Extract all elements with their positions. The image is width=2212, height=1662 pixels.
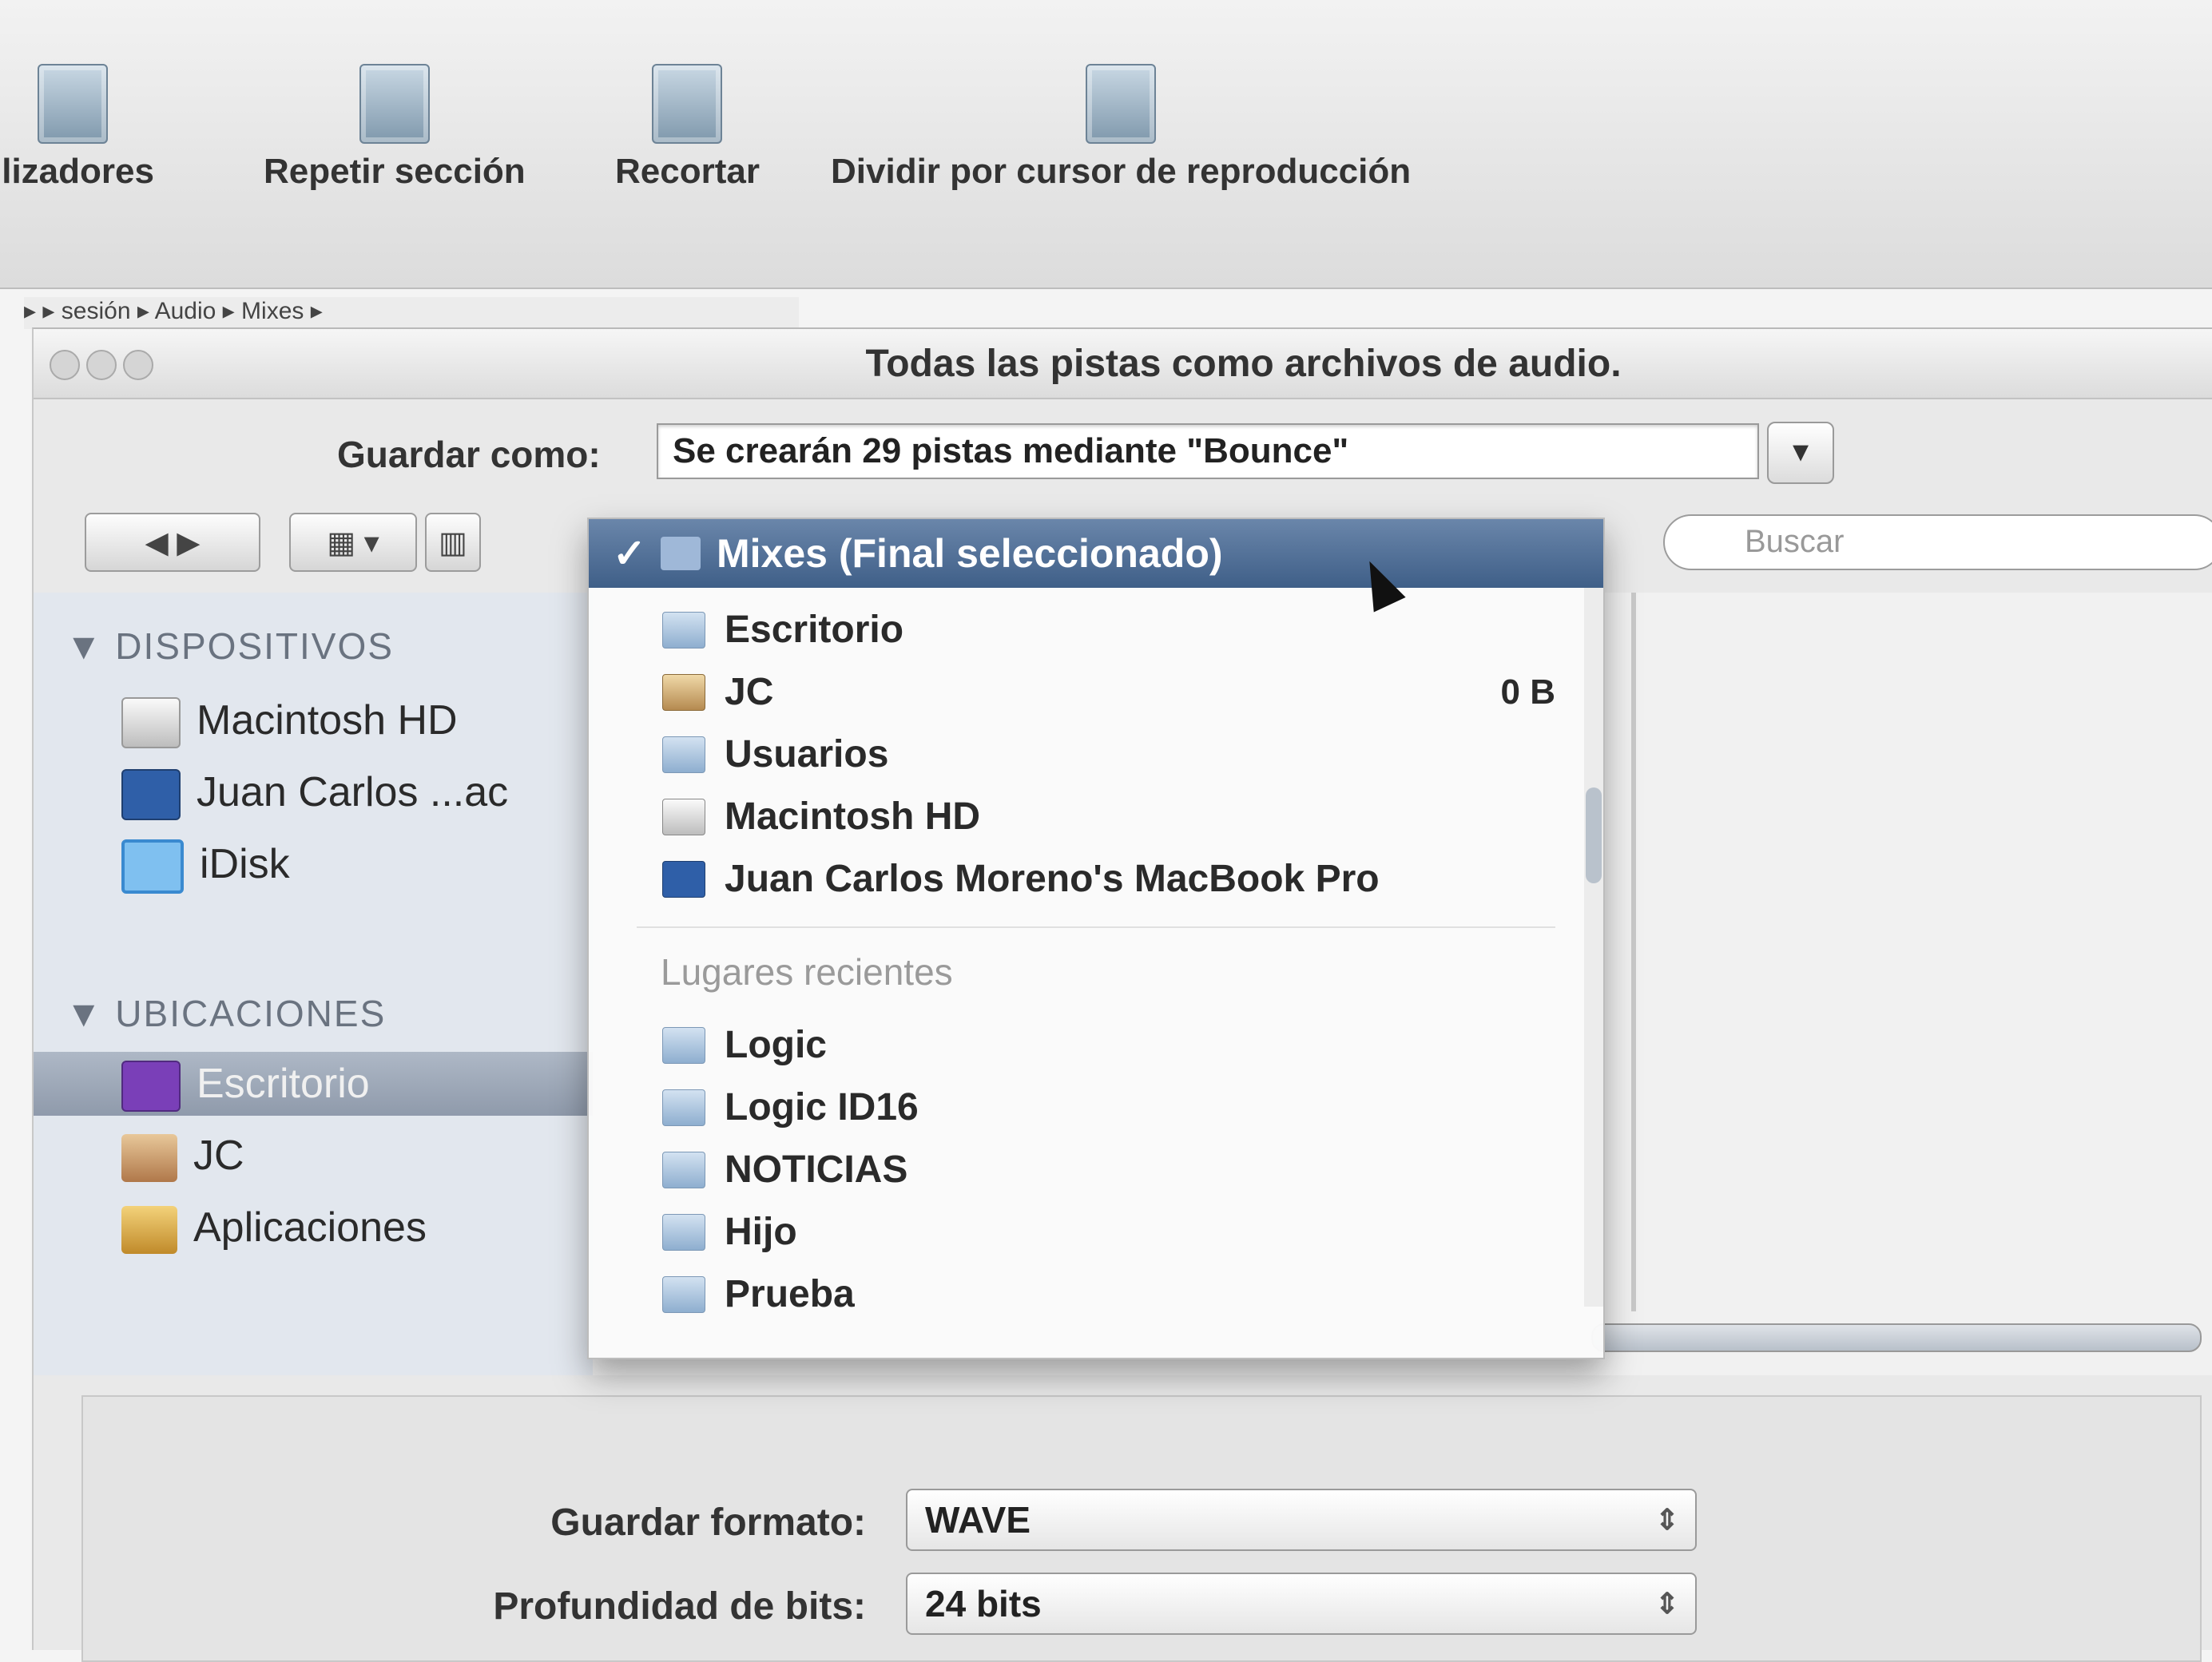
menu-item-macintosh-hd[interactable]: Macintosh HD xyxy=(589,786,1603,848)
bit-depth-value: 24 bits xyxy=(925,1583,1042,1624)
checkmark-icon: ✓ xyxy=(613,531,646,576)
app-toolbar: ilizadores Repetir sección Recortar Divi… xyxy=(0,0,2212,289)
folder-icon xyxy=(662,1027,705,1064)
bit-depth-select[interactable]: 24 bits ⇕ xyxy=(906,1573,1697,1635)
menu-scroll-thumb[interactable] xyxy=(1586,787,1602,883)
menu-item-label: Macintosh HD xyxy=(725,795,981,838)
sidebar-item-macbook[interactable]: Juan Carlos ...ac xyxy=(121,760,585,824)
folder-icon xyxy=(662,736,705,773)
column-view-button[interactable]: ▥ xyxy=(425,513,481,572)
folder-icon xyxy=(661,537,701,570)
tool-label: Dividir por cursor de reproducción xyxy=(831,152,1412,191)
save-as-label: Guardar como: xyxy=(337,434,601,475)
menu-item-label: Mixes (Final seleccionado) xyxy=(717,531,1223,576)
sidebar-item-label: JC xyxy=(193,1132,244,1179)
applications-icon xyxy=(121,1206,177,1255)
select-arrows-icon: ⇕ xyxy=(1654,1503,1679,1536)
sidebar-item-applications[interactable]: Aplicaciones xyxy=(121,1196,585,1259)
location-popup-menu: ✓ Mixes (Final seleccionado) Escritorio … xyxy=(587,518,1605,1359)
select-arrows-icon: ⇕ xyxy=(1654,1587,1679,1620)
menu-item-size: 0 B xyxy=(1500,672,1555,712)
tool-label: Recortar xyxy=(615,152,760,191)
options-panel: Guardar formato: WAVE ⇕ Profundidad de b… xyxy=(81,1395,2202,1662)
tool-label: ilizadores xyxy=(0,152,154,191)
recent-places-header: Lugares recientes xyxy=(661,951,953,993)
places-header[interactable]: ▼ UBICACIONES xyxy=(66,992,386,1035)
menu-item-selected[interactable]: ✓ Mixes (Final seleccionado) xyxy=(589,519,1603,588)
search-input[interactable]: Buscar xyxy=(1663,514,2212,570)
folder-icon xyxy=(662,1276,705,1313)
locators-icon xyxy=(38,64,109,144)
save-as-field[interactable] xyxy=(657,423,1759,479)
sidebar-item-label: iDisk xyxy=(200,841,290,887)
sidebar-item-desktop[interactable]: Escritorio xyxy=(34,1052,593,1116)
menu-item-label: Logic ID16 xyxy=(725,1086,919,1128)
locators-tool-button[interactable]: ilizadores xyxy=(0,64,154,192)
hard-drive-icon xyxy=(121,697,181,749)
repeat-section-icon xyxy=(359,64,430,144)
menu-scrollbar[interactable] xyxy=(1584,588,1603,1307)
desktop-icon xyxy=(121,1061,181,1113)
sidebar-item-macintosh-hd[interactable]: Macintosh HD xyxy=(121,688,585,752)
menu-item-recent[interactable]: NOTICIAS xyxy=(589,1139,1603,1201)
idisk-icon xyxy=(121,839,184,894)
folder-icon xyxy=(662,1152,705,1188)
sheet-titlebar: Todas las pistas como archivos de audio. xyxy=(34,329,2212,399)
menu-item-label: Prueba xyxy=(725,1273,855,1315)
menu-item-label: JC xyxy=(725,671,774,713)
sidebar-item-label: Escritorio xyxy=(197,1061,370,1107)
format-value: WAVE xyxy=(925,1499,1031,1541)
sidebar: ▼ DISPOSITIVOS Macintosh HD Juan Carlos … xyxy=(34,593,594,1375)
menu-item-recent[interactable]: Prueba xyxy=(589,1263,1603,1326)
menu-separator xyxy=(637,926,1555,928)
bit-depth-label: Profundidad de bits: xyxy=(493,1585,866,1628)
menu-item-label: Hijo xyxy=(725,1211,797,1253)
split-playhead-button[interactable]: Dividir por cursor de reproducción xyxy=(831,64,1411,192)
sheet-title: Todas las pistas como archivos de audio. xyxy=(865,343,1622,385)
menu-item-macbook[interactable]: Juan Carlos Moreno's MacBook Pro xyxy=(589,848,1603,910)
sidebar-item-home[interactable]: JC xyxy=(121,1124,585,1188)
devices-header[interactable]: ▼ DISPOSITIVOS xyxy=(66,625,394,668)
repeat-section-button[interactable]: Repetir sección xyxy=(264,64,526,192)
menu-item-recent[interactable]: Logic ID16 xyxy=(589,1077,1603,1139)
format-select[interactable]: WAVE ⇕ xyxy=(906,1489,1697,1551)
menu-item-label: Logic xyxy=(725,1024,827,1066)
menu-item-recent[interactable]: Logic xyxy=(589,1014,1603,1077)
menu-item-home[interactable]: JC 0 B xyxy=(589,661,1603,724)
trim-button[interactable]: Recortar xyxy=(615,64,760,192)
laptop-icon xyxy=(662,861,705,898)
hard-drive-icon xyxy=(662,799,705,835)
tool-label: Repetir sección xyxy=(264,152,526,191)
folder-icon xyxy=(662,1089,705,1126)
path-breadcrumb: ▸ ▸ sesión ▸ Audio ▸ Mixes ▸ xyxy=(24,297,799,329)
horizontal-scrollbar[interactable] xyxy=(1591,1323,2202,1352)
menu-item-label: Juan Carlos Moreno's MacBook Pro xyxy=(725,858,1380,900)
back-forward-buttons[interactable]: ◀ ▶ xyxy=(85,513,260,572)
menu-item-desktop[interactable]: Escritorio xyxy=(589,599,1603,661)
sidebar-item-label: Aplicaciones xyxy=(193,1204,427,1251)
menu-item-users[interactable]: Usuarios xyxy=(589,724,1603,786)
home-icon xyxy=(662,674,705,711)
trim-icon xyxy=(652,64,723,144)
menu-item-label: Escritorio xyxy=(725,609,904,651)
folder-icon xyxy=(662,1214,705,1251)
view-mode-button[interactable]: ▦ ▾ xyxy=(289,513,417,572)
column-divider[interactable] xyxy=(1631,593,1636,1311)
laptop-icon xyxy=(121,769,181,821)
sidebar-item-label: Juan Carlos ...ac xyxy=(197,769,509,815)
expand-button[interactable]: ▾ xyxy=(1767,422,1834,484)
split-playhead-icon xyxy=(1086,64,1157,144)
menu-item-recent[interactable]: Hijo xyxy=(589,1201,1603,1263)
folder-icon xyxy=(662,612,705,649)
menu-item-label: Usuarios xyxy=(725,733,889,775)
sidebar-item-label: Macintosh HD xyxy=(197,697,458,744)
format-label: Guardar formato: xyxy=(550,1501,866,1544)
home-icon xyxy=(121,1134,177,1183)
sidebar-item-idisk[interactable]: iDisk xyxy=(121,832,585,896)
menu-item-label: NOTICIAS xyxy=(725,1148,908,1191)
